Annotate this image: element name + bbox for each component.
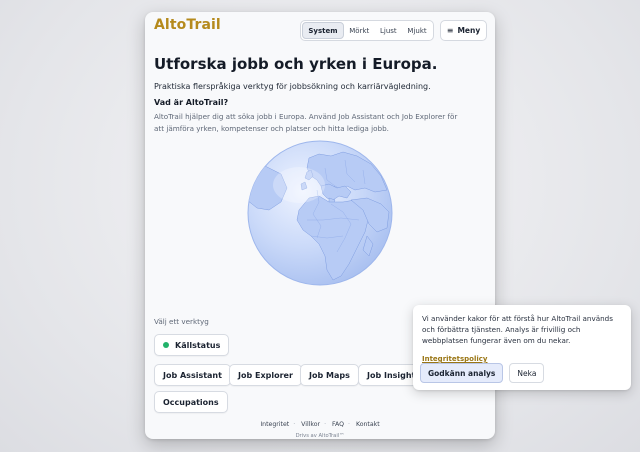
lead-text: Praktiska flerspråkiga verktyg för jobbs… bbox=[154, 82, 431, 91]
tool-job-maps[interactable]: Job Maps bbox=[300, 364, 359, 386]
footer-link-terms[interactable]: Villkor bbox=[301, 421, 320, 428]
menu-button[interactable]: ≡ Meny bbox=[440, 20, 487, 41]
accept-analytics-button[interactable]: Godkänn analys bbox=[420, 363, 504, 383]
theme-option-soft[interactable]: Mjukt bbox=[402, 22, 432, 39]
tool-job-explorer[interactable]: Job Explorer bbox=[229, 364, 302, 386]
tool-occupations[interactable]: Occupations bbox=[154, 391, 228, 413]
powered-by: Drivs av AltoTrail™ bbox=[295, 433, 345, 439]
source-status-button[interactable]: Källstatus bbox=[154, 334, 230, 356]
logo[interactable]: AltoTrail bbox=[154, 17, 221, 33]
footer-link-privacy[interactable]: Integritet bbox=[260, 421, 289, 428]
tools-label: Välj ett verktyg bbox=[154, 317, 209, 326]
globe-illustration bbox=[247, 140, 393, 286]
cookie-banner: Vi använder kakor för att förstå hur Alt… bbox=[413, 305, 631, 390]
privacy-policy-link[interactable]: Integritetspolicy bbox=[422, 355, 487, 363]
decline-button[interactable]: Neka bbox=[509, 363, 545, 383]
cookie-actions: Godkänn analys Neka bbox=[420, 363, 545, 383]
status-dot-icon bbox=[163, 342, 169, 348]
footer-link-contact[interactable]: Kontakt bbox=[356, 421, 380, 428]
about-text: AltoTrail hjälper dig att söka jobb i Eu… bbox=[154, 112, 458, 133]
source-status-label: Källstatus bbox=[175, 340, 221, 350]
theme-switcher: System Mörkt Ljust Mjukt bbox=[300, 20, 434, 41]
page-title: Utforska jobb och yrken i Europa. bbox=[154, 55, 438, 73]
cookie-text: Vi använder kakor för att förstå hur Alt… bbox=[422, 314, 613, 345]
footer-link-faq[interactable]: FAQ bbox=[332, 421, 344, 428]
tool-job-assistant[interactable]: Job Assistant bbox=[154, 364, 231, 386]
menu-label: Meny bbox=[457, 26, 481, 35]
theme-option-system[interactable]: System bbox=[302, 22, 344, 39]
header: AltoTrail System Mörkt Ljust Mjukt ≡ Men… bbox=[145, 12, 495, 46]
theme-option-light[interactable]: Ljust bbox=[375, 22, 402, 39]
theme-option-dark[interactable]: Mörkt bbox=[344, 22, 375, 39]
footer-links: Integritet · Villkor · FAQ · Kontakt bbox=[260, 421, 380, 428]
about-heading: Vad är AltoTrail? bbox=[154, 98, 229, 107]
hamburger-icon: ≡ bbox=[446, 26, 454, 35]
